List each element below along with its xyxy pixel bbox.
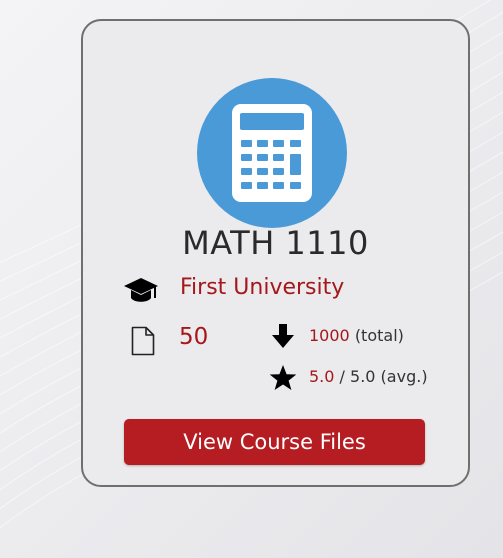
download-value: 1000 — [309, 326, 350, 345]
graduation-cap-icon — [124, 278, 158, 302]
star-icon — [269, 365, 297, 390]
download-suffix: (total) — [354, 326, 404, 345]
view-course-files-button[interactable]: View Course Files — [124, 419, 425, 465]
file-count: 50 — [179, 324, 209, 350]
download-count: 1000 (total) — [309, 326, 404, 345]
rating-suffix: / 5.0 (avg.) — [339, 367, 428, 386]
university-name[interactable]: First University — [180, 275, 344, 300]
rating: 5.0 / 5.0 (avg.) — [309, 367, 428, 386]
calculator-icon — [197, 78, 347, 228]
course-card: MATH 1110 First University 50 1000 (tota… — [81, 19, 470, 487]
rating-value: 5.0 — [309, 367, 335, 386]
course-title: MATH 1110 — [182, 224, 369, 262]
document-icon — [131, 326, 155, 356]
download-arrow-icon — [272, 324, 294, 348]
